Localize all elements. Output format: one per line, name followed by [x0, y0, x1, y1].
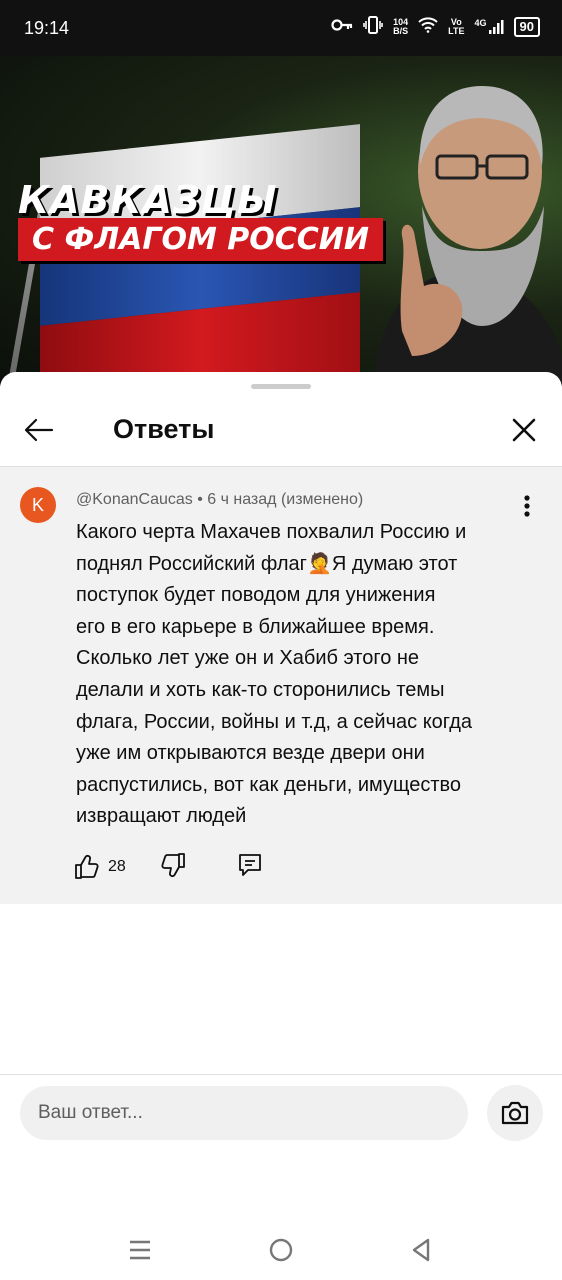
video-headline-line1: КАВКАЗЦЫ	[18, 178, 278, 222]
close-button[interactable]	[508, 414, 540, 446]
sheet-title: Ответы	[113, 414, 215, 444]
thumbs-down-icon	[161, 852, 185, 877]
speaker-image	[372, 86, 562, 386]
status-bar: 19:14 104 B/S Vo LTE 4G 90	[0, 0, 562, 56]
back-arrow-icon	[24, 418, 54, 442]
system-nav-bar	[0, 1225, 562, 1275]
back-triangle-icon	[412, 1238, 430, 1262]
vibrate-icon	[363, 16, 383, 37]
comment-card: K @KonanCaucas • 6 ч назад (изменено) Ка…	[0, 466, 562, 904]
key-icon	[331, 18, 353, 35]
battery-icon: 90	[513, 16, 540, 37]
video-headline-line2: С ФЛАГОМ РОССИИ	[18, 218, 384, 261]
volte-bottom: LTE	[448, 25, 465, 36]
comment-meta: @KonanCaucas • 6 ч назад (изменено)	[76, 491, 364, 508]
home-circle-icon	[269, 1238, 293, 1262]
status-time: 19:14	[24, 18, 70, 38]
sheet-header: Ответы	[0, 396, 562, 464]
recent-apps-button[interactable]	[128, 1239, 152, 1266]
home-button[interactable]	[268, 1237, 294, 1268]
network-type: 4G	[474, 17, 487, 28]
close-icon	[512, 418, 536, 442]
reply-button[interactable]	[236, 851, 264, 884]
reply-icon	[238, 853, 261, 876]
dislike-button[interactable]	[160, 852, 186, 883]
more-vert-icon	[524, 495, 530, 517]
camera-button[interactable]	[487, 1085, 543, 1141]
divider	[0, 1074, 562, 1075]
net-speed: 104 B/S	[393, 17, 409, 36]
avatar[interactable]: K	[20, 487, 56, 523]
thumbs-up-icon	[75, 855, 99, 879]
drag-handle[interactable]	[251, 384, 311, 389]
like-count: 28	[108, 858, 126, 875]
menu-icon	[130, 1240, 150, 1260]
volte-indicator: Vo LTE	[448, 17, 465, 36]
reply-input[interactable]	[20, 1086, 468, 1140]
camera-icon	[501, 1101, 529, 1125]
more-options-button[interactable]	[522, 495, 532, 517]
system-back-button[interactable]	[410, 1237, 432, 1268]
signal-icon: 4G	[474, 17, 504, 35]
like-button[interactable]: 28	[74, 854, 126, 880]
wifi-icon	[418, 17, 438, 36]
back-button[interactable]	[20, 412, 56, 448]
comment-actions: 28	[74, 851, 264, 883]
net-speed-unit: B/S	[393, 25, 409, 36]
comment-text: Какого черта Махачев похвалил Россию и п…	[76, 521, 472, 828]
status-icons: 104 B/S Vo LTE 4G 90	[331, 16, 540, 37]
replies-sheet: Ответы K @KonanCaucas • 6 ч назад (измен…	[0, 372, 562, 1280]
video-player[interactable]: КАВКАЗЦЫ С ФЛАГОМ РОССИИ	[0, 56, 562, 386]
